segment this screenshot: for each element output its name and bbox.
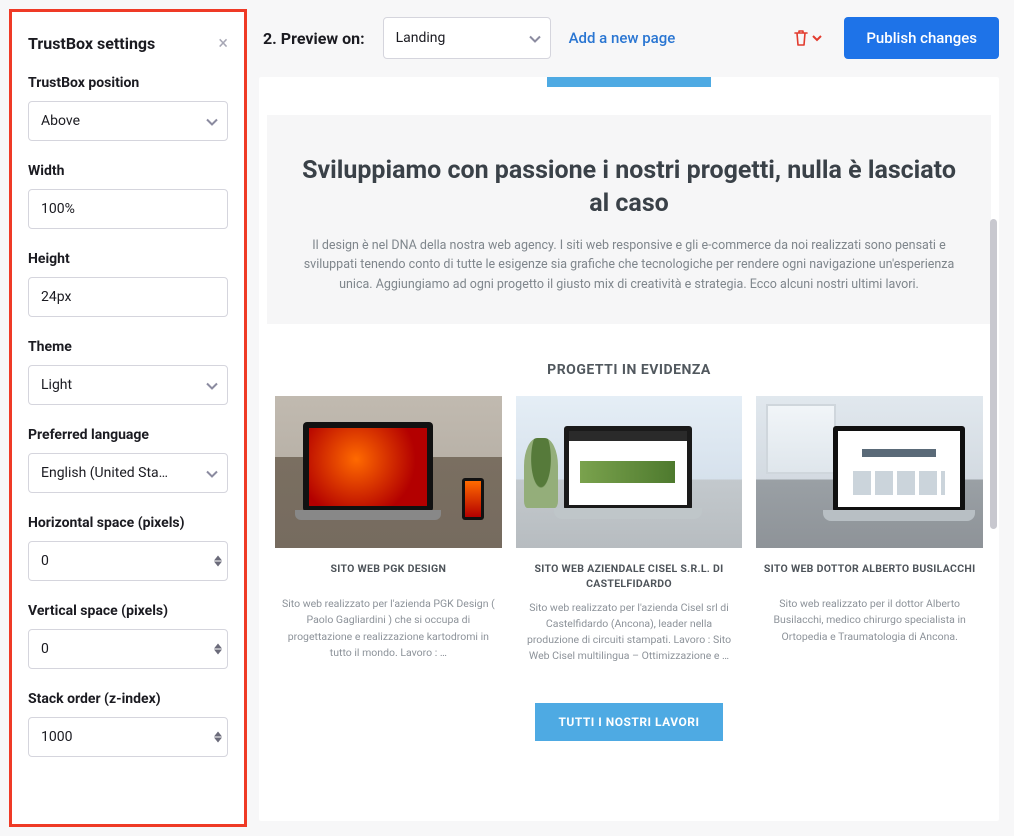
number-stepper[interactable] <box>214 732 222 743</box>
scrollbar[interactable] <box>990 89 997 809</box>
project-thumbnail <box>516 396 743 548</box>
project-thumbnail <box>275 396 502 548</box>
project-card[interactable]: SITO WEB DOTTOR ALBERTO BUSILACCHI Sito … <box>756 396 983 664</box>
project-title: SITO WEB DOTTOR ALBERTO BUSILACCHI <box>756 562 983 588</box>
project-desc: Sito web realizzato per l'azienda Cisel … <box>516 600 743 665</box>
chevron-down-icon <box>812 35 822 42</box>
trash-icon <box>793 29 809 47</box>
input-vspace[interactable] <box>28 629 228 669</box>
project-desc: Sito web realizzato per l'azienda PGK De… <box>275 596 502 661</box>
publish-button[interactable]: Publish changes <box>844 17 999 59</box>
input-height[interactable] <box>28 277 228 317</box>
project-title: SITO WEB PGK DESIGN <box>275 562 502 588</box>
main-panel: 2. Preview on: Landing Add a new page Pu… <box>257 9 1005 827</box>
site-heading: Sviluppiamo con passione i nostri proget… <box>289 155 969 220</box>
input-hspace[interactable] <box>28 541 228 581</box>
close-icon[interactable]: × <box>218 35 228 53</box>
site-intro: Il design è nel DNA della nostra web age… <box>289 236 969 294</box>
label-zindex: Stack order (z-index) <box>28 691 228 707</box>
preview-frame: Sviluppiamo con passione i nostri proget… <box>259 77 999 821</box>
number-stepper[interactable] <box>214 644 222 655</box>
delete-dropdown[interactable] <box>789 25 826 51</box>
project-desc: Sito web realizzato per il dottor Albert… <box>756 596 983 645</box>
number-stepper[interactable] <box>214 556 222 567</box>
select-position[interactable]: Above <box>28 101 228 141</box>
project-title: SITO WEB AZIENDALE CISEL S.R.L. DI CASTE… <box>516 562 743 591</box>
project-thumbnail <box>756 396 983 548</box>
select-page[interactable]: Landing <box>383 17 551 59</box>
label-height: Height <box>28 251 228 267</box>
label-width: Width <box>28 163 228 179</box>
label-position: TrustBox position <box>28 75 228 91</box>
project-card[interactable]: SITO WEB AZIENDALE CISEL S.R.L. DI CASTE… <box>516 396 743 664</box>
sidebar-title: TrustBox settings <box>28 34 155 53</box>
input-zindex[interactable] <box>28 717 228 757</box>
label-theme: Theme <box>28 339 228 355</box>
site-cta-bar <box>547 77 711 87</box>
site-section-title: PROGETTI IN EVIDENZA <box>267 362 991 378</box>
input-width[interactable] <box>28 189 228 229</box>
label-hspace: Horizontal space (pixels) <box>28 515 228 531</box>
topbar: 2. Preview on: Landing Add a new page Pu… <box>257 17 1005 77</box>
project-card[interactable]: SITO WEB PGK DESIGN Sito web realizzato … <box>275 396 502 664</box>
preview-label: 2. Preview on: <box>263 29 365 48</box>
label-vspace: Vertical space (pixels) <box>28 603 228 619</box>
select-language[interactable]: English (United Sta… <box>28 453 228 493</box>
select-theme[interactable]: Light <box>28 365 228 405</box>
label-language: Preferred language <box>28 427 228 443</box>
all-projects-button[interactable]: TUTTI I NOSTRI LAVORI <box>535 703 724 741</box>
settings-sidebar: TrustBox settings × TrustBox position Ab… <box>9 9 247 827</box>
add-page-link[interactable]: Add a new page <box>569 29 676 47</box>
